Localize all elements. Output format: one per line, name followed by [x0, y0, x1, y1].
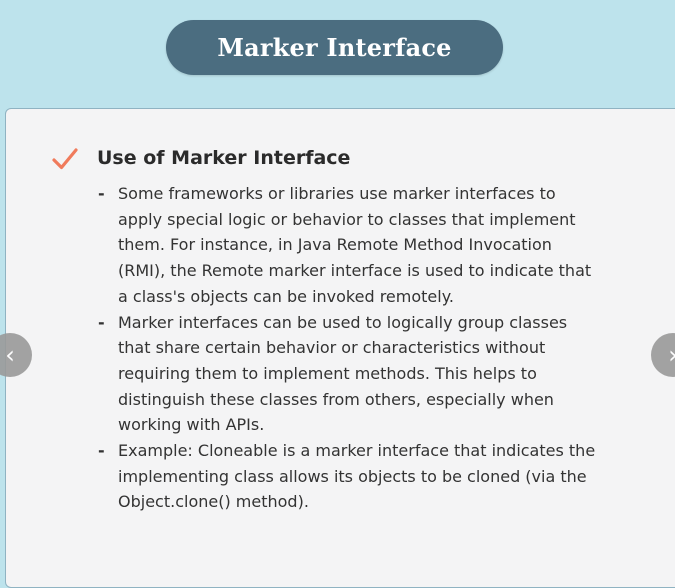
chevron-right-icon: › [668, 341, 675, 369]
bullet-item: - Marker interfaces can be used to logic… [97, 310, 597, 439]
bullet-text: Some frameworks or libraries use marker … [118, 184, 592, 306]
bullet-text: Example: Cloneable is a marker interface… [118, 441, 596, 512]
bullet-item: - Some frameworks or libraries use marke… [97, 181, 597, 310]
bullet-list: - Some frameworks or libraries use marke… [97, 181, 597, 515]
chevron-left-icon: ‹ [5, 341, 15, 369]
bullet-item: - Example: Cloneable is a marker interfa… [97, 438, 597, 515]
slide-title-banner: Marker Interface [166, 20, 503, 75]
slide-title: Marker Interface [217, 33, 452, 62]
checkmark-icon [52, 148, 78, 170]
bullet-dash: - [98, 312, 105, 332]
bullet-dash: - [98, 441, 105, 461]
bullet-text: Marker interfaces can be used to logical… [118, 312, 568, 435]
section-heading: Use of Marker Interface [97, 147, 351, 169]
content-card: Use of Marker Interface - Some framework… [5, 108, 675, 588]
bullet-dash: - [98, 184, 105, 203]
